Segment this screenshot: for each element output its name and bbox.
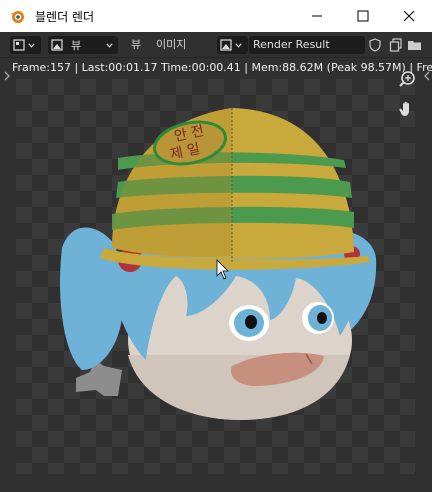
close-button[interactable]	[386, 0, 432, 32]
window-title: 블렌더 렌더	[35, 9, 95, 24]
title-bar: 블렌더 렌더	[0, 0, 432, 32]
left-sidebar-toggle-icon[interactable]	[3, 71, 11, 81]
maximize-icon	[357, 10, 369, 22]
render-info-text: Frame:157 | Last:00:01.17 Time:00:00.41 …	[12, 61, 432, 74]
menu-view[interactable]: 뷰	[131, 36, 141, 54]
image-name-field[interactable]: Render Result	[249, 36, 365, 54]
folder-icon	[407, 41, 421, 50]
render-viewport[interactable]: 안 전 제 일	[16, 79, 415, 474]
pan-button[interactable]	[396, 98, 418, 120]
zoom-button[interactable]	[396, 68, 418, 90]
menu-image[interactable]: 이미지	[156, 36, 186, 54]
hand-pan-icon	[399, 101, 409, 116]
view-mode-dropdown[interactable]: 뷰	[48, 36, 118, 54]
image-icon	[51, 39, 63, 51]
image-browse-icon	[220, 39, 232, 51]
image-editor-header: 뷰 뷰 이미지 Render Result	[0, 32, 432, 58]
render-result-image: 안 전 제 일	[60, 108, 377, 420]
shield-icon	[369, 38, 381, 52]
open-image-button[interactable]	[405, 36, 423, 54]
chevron-down-icon	[235, 42, 242, 48]
image-browse-dropdown[interactable]	[217, 36, 248, 54]
fake-user-button[interactable]	[366, 36, 384, 54]
zoom-icon	[399, 71, 415, 87]
image-editor-icon	[13, 39, 25, 51]
minimize-button[interactable]	[294, 0, 340, 32]
chevron-down-icon	[106, 42, 113, 48]
new-image-button[interactable]	[387, 36, 405, 54]
blender-logo-icon	[10, 11, 24, 23]
view-mode-label: 뷰	[71, 39, 82, 52]
minimize-icon	[312, 15, 322, 17]
editor-type-dropdown[interactable]	[10, 36, 41, 54]
maximize-button[interactable]	[340, 0, 386, 32]
copy-icon	[389, 38, 402, 52]
close-icon	[403, 10, 415, 22]
bottom-region	[0, 474, 432, 492]
chevron-down-icon	[28, 42, 35, 48]
